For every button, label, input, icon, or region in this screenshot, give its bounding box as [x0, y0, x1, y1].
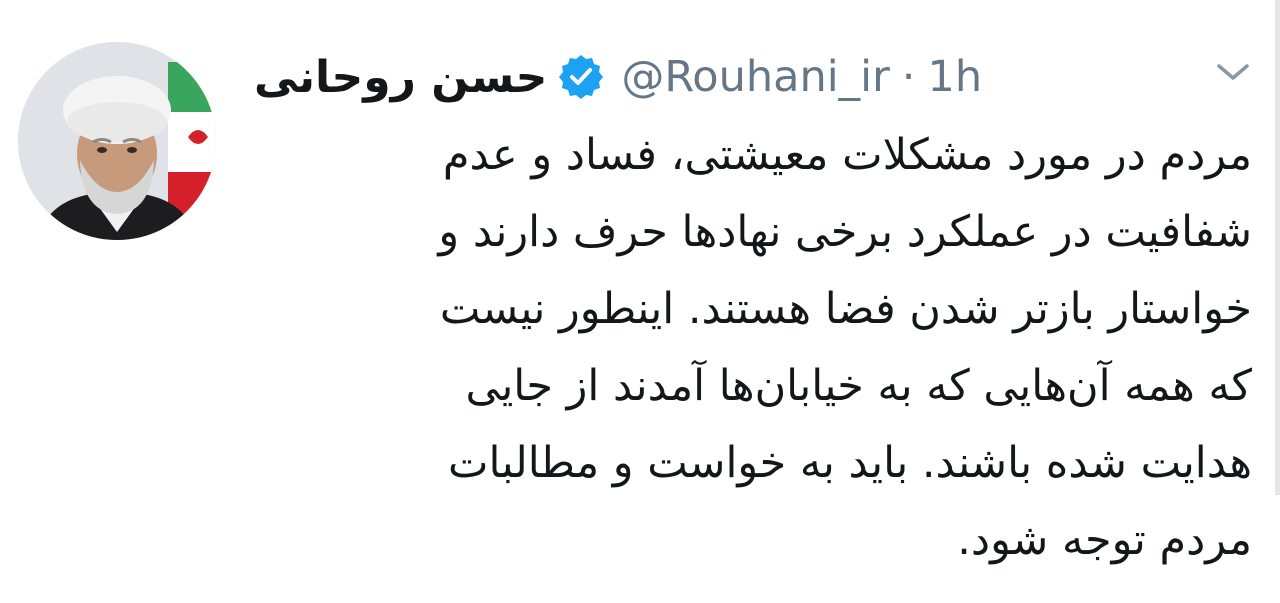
tweet-header: حسن روحانی @Rouhani_ir · 1h: [240, 42, 1130, 112]
chevron-down-icon[interactable]: [1211, 56, 1255, 88]
tweet-text-line: شفافیت در عملکرد برخی نهادها حرف دارند و: [438, 207, 1252, 257]
scrollbar-edge: [1275, 0, 1280, 495]
avatar-portrait: [18, 42, 216, 240]
separator-dot: ·: [901, 52, 916, 102]
user-handle[interactable]: @Rouhani_ir: [621, 52, 889, 102]
tweet-text: مردم در مورد مشکلات معیشتی، فساد و عدم ش…: [262, 117, 1252, 579]
tweet-text-line: خواستار بازتر شدن فضا هستند. اینطور نیست: [439, 284, 1252, 334]
verified-badge-icon: [557, 53, 605, 101]
display-name[interactable]: حسن روحانی: [240, 52, 547, 103]
tweet-text-line: هدایت شده باشند. باید به خواست و مطالبات: [448, 438, 1252, 488]
tweet-text-line: مردم در مورد مشکلات معیشتی، فساد و عدم: [442, 130, 1252, 180]
tweet-card: حسن روحانی @Rouhani_ir · 1h مردم در مورد…: [0, 0, 1280, 603]
tweet-timestamp[interactable]: 1h: [927, 52, 982, 102]
avatar[interactable]: [18, 42, 216, 240]
tweet-text-line: که همه آن‌هایی که به خیابان‌ها آمدند از …: [465, 361, 1253, 411]
tweet-text-line: مردم توجه شود.: [957, 515, 1252, 565]
